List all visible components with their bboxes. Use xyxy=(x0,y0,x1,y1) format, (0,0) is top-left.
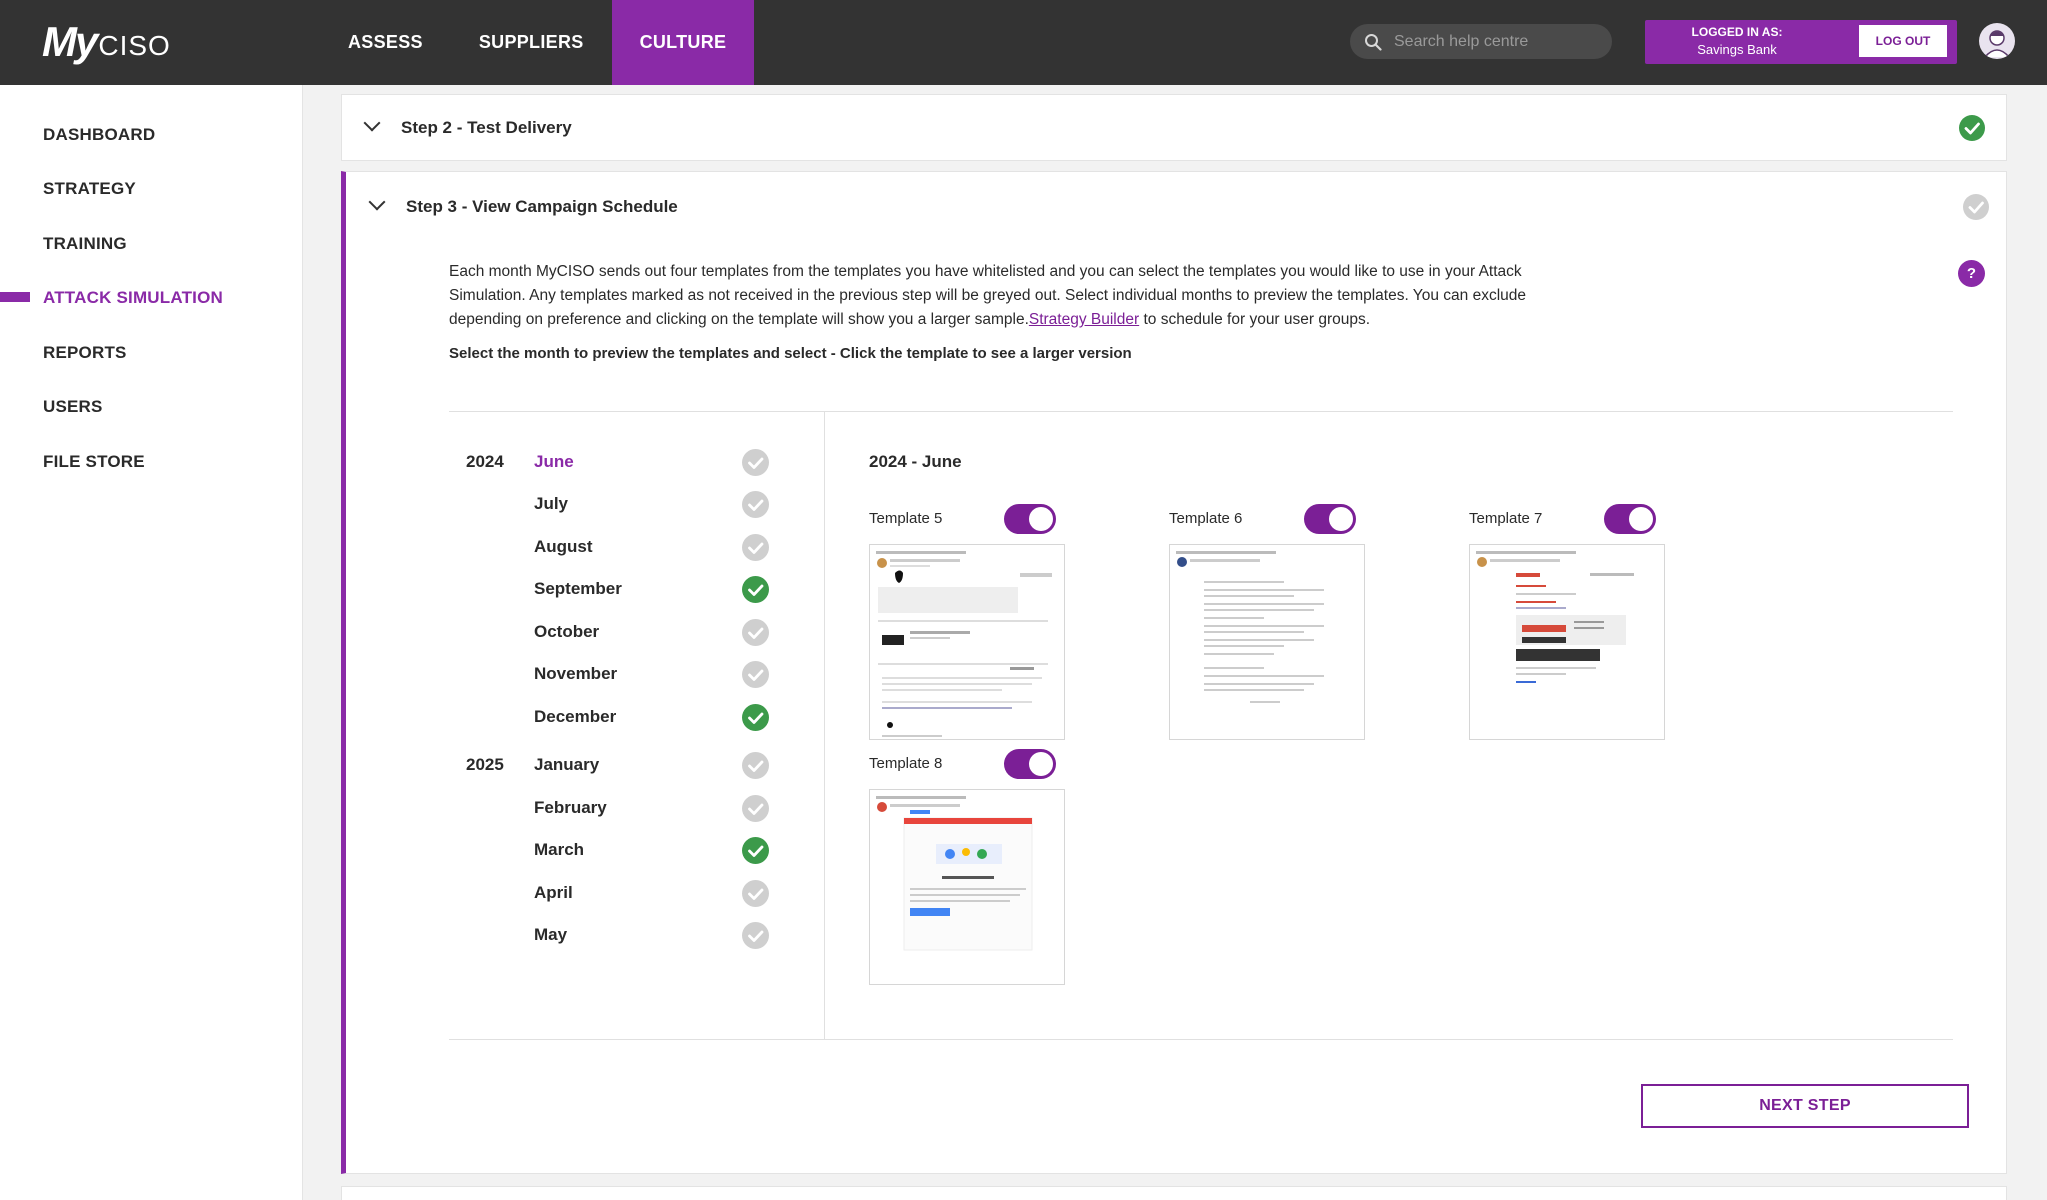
email-preview-icon xyxy=(1176,551,1324,703)
divider-vertical xyxy=(824,411,825,1039)
template-5-thumbnail[interactable] xyxy=(869,544,1065,740)
month-august[interactable]: August xyxy=(534,537,593,557)
template-6-thumbnail[interactable] xyxy=(1169,544,1365,740)
sidebar-item-training[interactable]: TRAINING xyxy=(43,234,127,254)
top-bar: My CISO ASSESS SUPPLIERS CULTURE LOGGED … xyxy=(0,0,2047,85)
month-check-icon-july xyxy=(742,491,769,518)
search-box xyxy=(1350,24,1612,59)
logo-ciso: CISO xyxy=(98,30,171,61)
month-scheduled-check-icon-september xyxy=(742,576,769,603)
search-icon xyxy=(1365,33,1382,51)
search-input[interactable] xyxy=(1394,32,1594,51)
logo-my: My xyxy=(42,18,98,65)
sidebar-item-dashboard[interactable]: DASHBOARD xyxy=(43,125,155,145)
month-april[interactable]: April xyxy=(534,883,573,903)
month-january[interactable]: January xyxy=(534,755,599,775)
month-scheduled-check-icon-march xyxy=(742,837,769,864)
month-december[interactable]: December xyxy=(534,707,616,727)
logged-in-label: LOGGED IN AS: xyxy=(1691,25,1783,39)
next-step-button[interactable]: NEXT STEP xyxy=(1641,1084,1969,1128)
step2-title: Step 2 - Test Delivery xyxy=(401,118,572,137)
month-check-icon-january xyxy=(742,752,769,779)
strategy-builder-link[interactable]: Strategy Builder xyxy=(1029,311,1139,328)
chevron-down-icon[interactable] xyxy=(368,193,386,211)
myciso-logo[interactable]: My CISO xyxy=(42,18,171,66)
active-indicator xyxy=(0,292,30,302)
step3-title[interactable]: Step 3 - View Campaign Schedule xyxy=(406,197,678,217)
template-5-toggle[interactable] xyxy=(1004,504,1056,534)
month-check-icon-october xyxy=(742,619,769,646)
month-check-icon-february xyxy=(742,795,769,822)
sidebar-item-users[interactable]: USERS xyxy=(43,397,103,417)
month-check-icon-may xyxy=(742,922,769,949)
month-june[interactable]: June xyxy=(534,452,574,472)
sidebar-item-attack-simulation[interactable]: ATTACK SIMULATION xyxy=(43,288,223,308)
organisation-name: Savings Bank xyxy=(1697,42,1777,57)
month-november[interactable]: November xyxy=(534,664,617,684)
step3-check-icon xyxy=(1963,194,1989,220)
sidebar-item-reports[interactable]: REPORTS xyxy=(43,343,127,363)
template-7-label: Template 7 xyxy=(1469,510,1543,527)
month-check-icon-august xyxy=(742,534,769,561)
email-preview-icon xyxy=(1476,551,1634,683)
month-check-icon-june xyxy=(742,449,769,476)
year-label-2024: 2024 xyxy=(466,452,504,471)
divider-bottom xyxy=(449,1039,1953,1040)
step2-check-icon xyxy=(1959,115,1985,141)
template-8-thumbnail[interactable] xyxy=(869,789,1065,985)
step4-card[interactable] xyxy=(341,1186,2007,1200)
main-nav: ASSESS SUPPLIERS CULTURE xyxy=(320,0,755,85)
template-8-toggle[interactable] xyxy=(1004,749,1056,779)
email-preview-icon xyxy=(876,551,1052,737)
chevron-down-icon[interactable] xyxy=(363,114,381,132)
template-7-thumbnail[interactable] xyxy=(1469,544,1665,740)
sidebar-item-file-store[interactable]: FILE STORE xyxy=(43,452,145,472)
month-may[interactable]: May xyxy=(534,925,567,945)
month-check-icon-november xyxy=(742,661,769,688)
step3-description: Each month MyCISO sends out four templat… xyxy=(449,260,1539,332)
year-label-2025: 2025 xyxy=(466,755,504,774)
preview-title: 2024 - June xyxy=(869,452,962,471)
user-avatar-icon xyxy=(1984,30,2010,58)
month-october[interactable]: October xyxy=(534,622,599,642)
template-6-label: Template 6 xyxy=(1169,510,1243,527)
step3-instruction: Select the month to preview the template… xyxy=(449,345,1132,362)
template-5-label: Template 5 xyxy=(869,510,943,527)
template-8-label: Template 8 xyxy=(869,755,943,772)
tab-culture[interactable]: CULTURE xyxy=(611,0,755,85)
template-6-toggle[interactable] xyxy=(1304,504,1356,534)
help-icon[interactable]: ? xyxy=(1958,260,1985,287)
tab-assess[interactable]: ASSESS xyxy=(320,0,451,85)
divider-top xyxy=(449,411,1953,412)
description-text-end: to schedule for your user groups. xyxy=(1139,311,1371,328)
tab-suppliers[interactable]: SUPPLIERS xyxy=(451,0,612,85)
sidebar: DASHBOARD STRATEGY TRAINING ATTACK SIMUL… xyxy=(0,85,303,1200)
avatar[interactable] xyxy=(1979,23,2015,59)
email-preview-icon xyxy=(876,796,1033,951)
month-check-icon-april xyxy=(742,880,769,907)
template-7-toggle[interactable] xyxy=(1604,504,1656,534)
month-march[interactable]: March xyxy=(534,840,584,860)
month-scheduled-check-icon-december xyxy=(742,704,769,731)
month-july[interactable]: July xyxy=(534,494,568,514)
step2-card[interactable]: Step 2 - Test Delivery xyxy=(341,94,2007,161)
sidebar-item-strategy[interactable]: STRATEGY xyxy=(43,179,136,199)
month-february[interactable]: February xyxy=(534,798,607,818)
logout-button[interactable]: LOG OUT xyxy=(1859,25,1947,57)
month-september[interactable]: September xyxy=(534,579,622,599)
